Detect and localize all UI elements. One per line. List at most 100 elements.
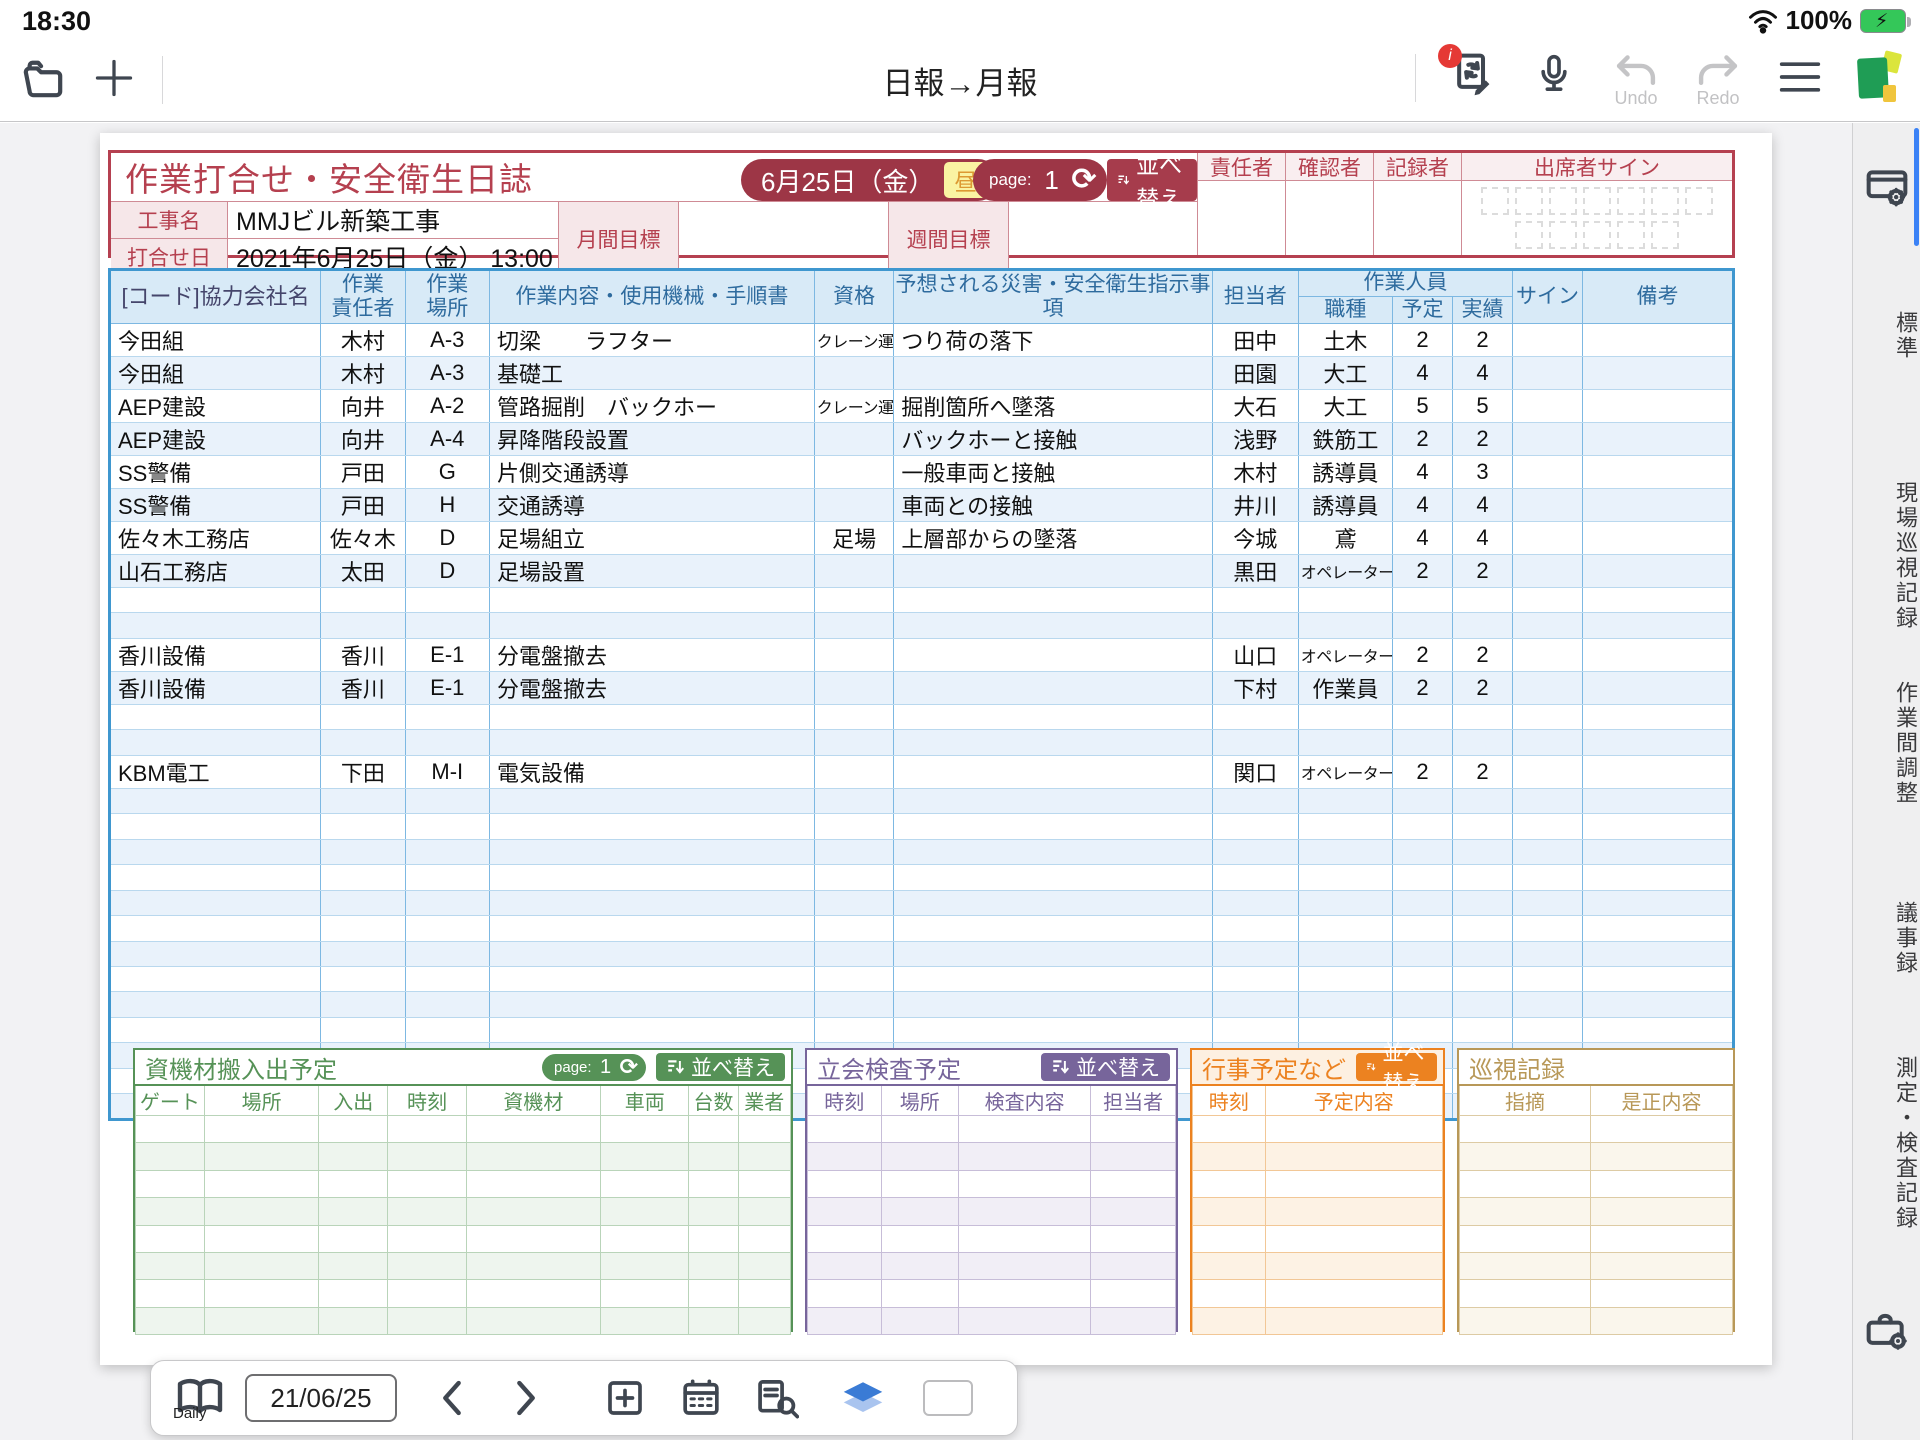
cell-qualification[interactable] [814, 489, 894, 522]
cell-work[interactable] [489, 814, 814, 839]
cell-planned[interactable] [1392, 966, 1452, 991]
cell-person[interactable]: 山口 [1212, 638, 1298, 671]
section-cell[interactable] [689, 1307, 738, 1334]
section-cell[interactable] [319, 1143, 388, 1170]
cell-work[interactable] [489, 613, 814, 638]
redo-button[interactable]: Redo [1692, 54, 1744, 109]
cell-sign[interactable] [1513, 671, 1583, 704]
cell-work[interactable] [489, 730, 814, 755]
report-convert-button[interactable]: i [1446, 50, 1498, 98]
cell-trade[interactable] [1298, 966, 1392, 991]
cell-remarks[interactable] [1582, 992, 1733, 1017]
cell-place[interactable]: H [405, 489, 489, 522]
checker-cell[interactable] [1286, 181, 1373, 255]
section-cell[interactable] [881, 1307, 958, 1334]
sort-button[interactable]: 並べ替え [1107, 159, 1197, 201]
cell-manager[interactable]: 木村 [321, 324, 405, 357]
section-cell[interactable] [1460, 1198, 1591, 1225]
cell-place[interactable] [405, 1017, 489, 1042]
section-cell[interactable] [958, 1225, 1090, 1252]
cell-actual[interactable]: 3 [1453, 456, 1513, 489]
section-cell[interactable] [958, 1143, 1090, 1170]
cell-remarks[interactable] [1582, 814, 1733, 839]
section-cell[interactable] [204, 1198, 319, 1225]
cell-trade[interactable]: 大工 [1298, 390, 1392, 423]
cell-remarks[interactable] [1582, 456, 1733, 489]
cell-sign[interactable] [1513, 755, 1583, 788]
cell-remarks[interactable] [1582, 1017, 1733, 1042]
sidebar-tab-1[interactable]: 標準 [1853, 311, 1920, 361]
cell-trade[interactable]: 土木 [1298, 324, 1392, 357]
section-cell[interactable] [808, 1116, 882, 1143]
cell-place[interactable] [405, 704, 489, 729]
cell-remarks[interactable] [1582, 755, 1733, 788]
cell-sign[interactable] [1513, 992, 1583, 1017]
cell-qualification[interactable] [814, 1017, 894, 1042]
cell-planned[interactable] [1392, 916, 1452, 941]
section-cell[interactable] [738, 1252, 790, 1279]
section-cell[interactable] [1193, 1116, 1266, 1143]
cell-person[interactable] [1212, 941, 1298, 966]
cell-hazard[interactable] [894, 613, 1212, 638]
section-cell[interactable] [388, 1143, 467, 1170]
cell-actual[interactable]: 2 [1453, 671, 1513, 704]
cell-qualification[interactable] [814, 357, 894, 390]
cell-person[interactable]: 今城 [1212, 522, 1298, 555]
sign-box[interactable] [1549, 221, 1577, 249]
section-cell[interactable] [689, 1198, 738, 1225]
cell-trade[interactable] [1298, 788, 1392, 813]
cell-hazard[interactable]: バックホーと接触 [894, 423, 1212, 456]
cell-manager[interactable]: 太田 [321, 555, 405, 588]
section-cell[interactable] [388, 1225, 467, 1252]
cell-work[interactable]: 交通誘導 [489, 489, 814, 522]
cell-hazard[interactable] [894, 638, 1212, 671]
section-cell[interactable] [136, 1307, 205, 1334]
cell-trade[interactable] [1298, 704, 1392, 729]
cell-person[interactable]: 大石 [1212, 390, 1298, 423]
section-cell[interactable] [388, 1307, 467, 1334]
cell-remarks[interactable] [1582, 638, 1733, 671]
cell-sign[interactable] [1513, 941, 1583, 966]
cell-actual[interactable] [1453, 941, 1513, 966]
section-cell[interactable] [1591, 1307, 1733, 1334]
section-cell[interactable] [319, 1252, 388, 1279]
section-cell[interactable] [1091, 1280, 1176, 1307]
cell-sign[interactable] [1513, 638, 1583, 671]
cell-company[interactable]: SS警備 [110, 489, 321, 522]
cell-person[interactable] [1212, 916, 1298, 941]
section-cell[interactable] [808, 1170, 882, 1197]
section-cell[interactable] [1091, 1143, 1176, 1170]
cell-company[interactable]: AEP建設 [110, 423, 321, 456]
cell-company[interactable]: 佐々木工務店 [110, 522, 321, 555]
cell-work[interactable]: 片側交通誘導 [489, 456, 814, 489]
cell-place[interactable] [405, 916, 489, 941]
cell-manager[interactable] [321, 613, 405, 638]
section-cell[interactable] [601, 1198, 689, 1225]
section-cell[interactable] [1091, 1116, 1176, 1143]
section-cell[interactable] [808, 1143, 882, 1170]
cell-actual[interactable]: 5 [1453, 390, 1513, 423]
cell-place[interactable]: A-4 [405, 423, 489, 456]
cell-place[interactable]: M-I [405, 755, 489, 788]
cell-company[interactable] [110, 941, 321, 966]
section-cell[interactable] [601, 1143, 689, 1170]
cell-company[interactable]: 香川設備 [110, 671, 321, 704]
cell-manager[interactable] [321, 730, 405, 755]
cell-manager[interactable] [321, 992, 405, 1017]
cell-sign[interactable] [1513, 704, 1583, 729]
cell-manager[interactable] [321, 704, 405, 729]
section-cell[interactable] [204, 1225, 319, 1252]
section-cell[interactable] [738, 1307, 790, 1334]
search-sheet-button[interactable] [739, 1377, 815, 1419]
section-cell[interactable] [1265, 1198, 1443, 1225]
cell-trade[interactable]: 誘導員 [1298, 456, 1392, 489]
cell-hazard[interactable] [894, 916, 1212, 941]
section-cell[interactable] [689, 1252, 738, 1279]
cell-actual[interactable] [1453, 788, 1513, 813]
cell-hazard[interactable] [894, 890, 1212, 915]
cell-manager[interactable] [321, 890, 405, 915]
section-cell[interactable] [466, 1252, 600, 1279]
cell-manager[interactable]: 下田 [321, 755, 405, 788]
section-cell[interactable] [738, 1116, 790, 1143]
cell-place[interactable]: D [405, 522, 489, 555]
